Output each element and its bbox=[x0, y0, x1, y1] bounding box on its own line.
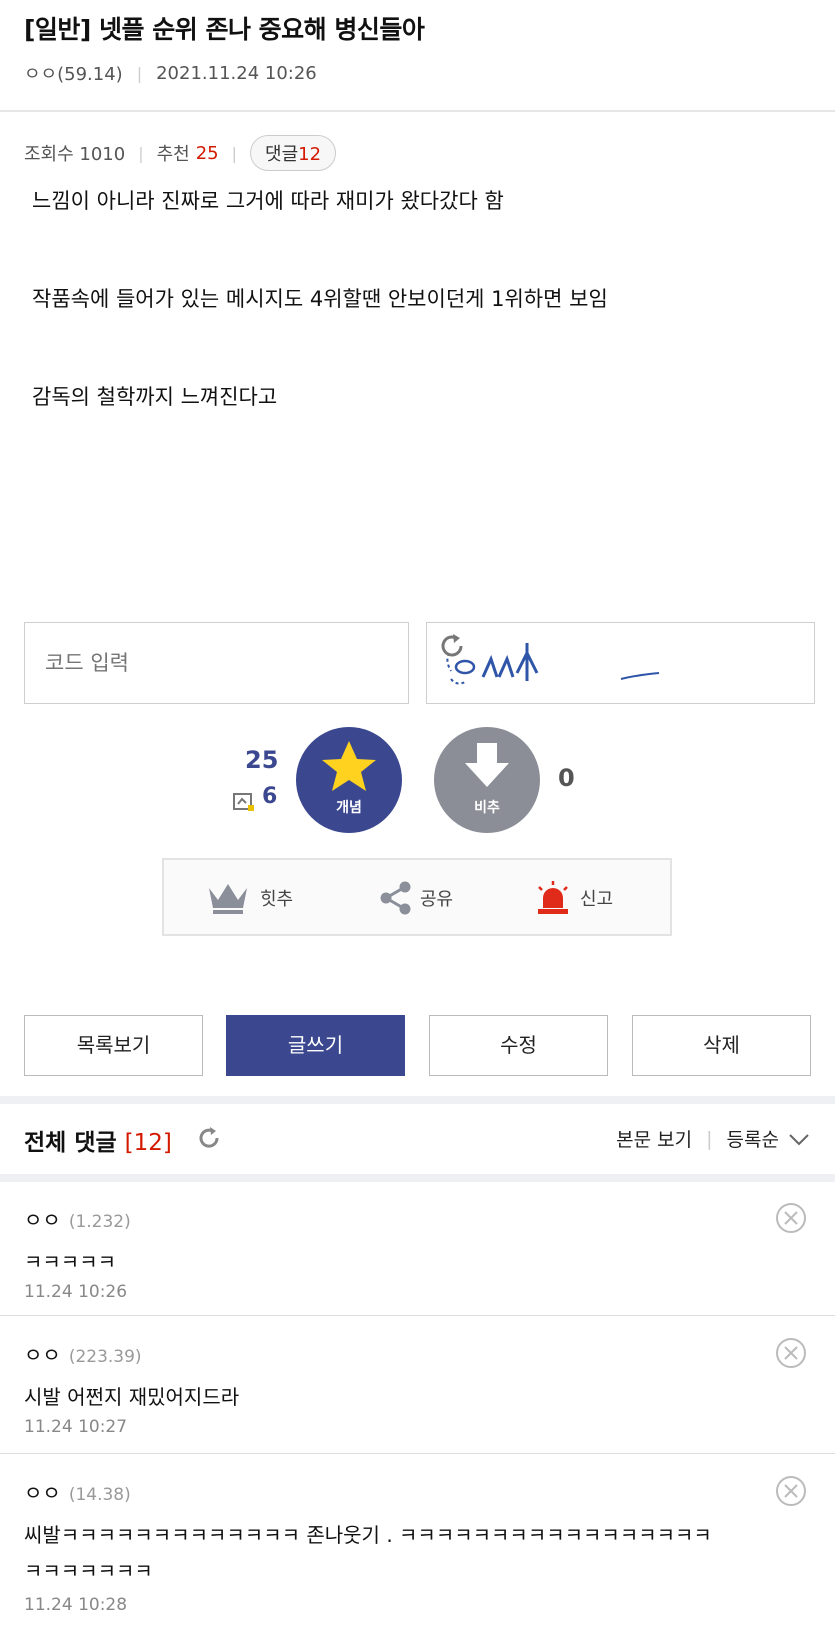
section-divider bbox=[0, 1096, 835, 1104]
comment-text: 씨발ㅋㅋㅋㅋㅋㅋㅋㅋㅋㅋㅋㅋㅋ 존나웃기 . ㅋㅋㅋㅋㅋㅋㅋㅋㅋㅋㅋㅋㅋㅋㅋㅋㅋ bbox=[24, 1523, 712, 1547]
comment-count: 12 bbox=[298, 144, 322, 165]
controls-divider: | bbox=[706, 1127, 713, 1150]
hit-label: 힛추 bbox=[260, 889, 294, 910]
delete-button[interactable]: 삭제 bbox=[632, 1015, 811, 1076]
captcha-glyphs bbox=[446, 643, 660, 685]
comment-author[interactable]: ㅇㅇ bbox=[24, 1481, 61, 1505]
list-button[interactable]: 목록보기 bbox=[24, 1015, 203, 1076]
comment-author-line: ㅇㅇ (1.232) bbox=[24, 1204, 131, 1233]
delete-circle-icon[interactable] bbox=[775, 1337, 807, 1369]
post-action-box: 힛추 공유 신고 bbox=[162, 858, 672, 936]
post-body-line: 느낌이 아니라 진짜로 그거에 따라 재미가 왔다갔다 함 bbox=[32, 189, 504, 213]
crown-icon bbox=[209, 884, 247, 914]
fix-icon bbox=[233, 793, 254, 811]
star-icon bbox=[322, 741, 376, 791]
share-label: 공유 bbox=[420, 889, 454, 910]
comments-refresh-icon[interactable] bbox=[196, 1125, 222, 1151]
downvote-count: 0 bbox=[558, 764, 575, 792]
comment-text: ㅋㅋㅋㅋㅋ bbox=[24, 1250, 116, 1274]
comment-author[interactable]: ㅇㅇ bbox=[24, 1208, 61, 1232]
post-title: [일반] 넷플 순위 존나 중요해 병신들아 bbox=[24, 15, 425, 44]
siren-icon bbox=[538, 881, 568, 914]
comments-header: 전체 댓글 [12] 본문 보기 | 등록순 bbox=[0, 1105, 835, 1175]
view-count: 조회수 1010 bbox=[24, 144, 126, 165]
view-body-link[interactable]: 본문 보기 bbox=[616, 1125, 692, 1152]
share-button[interactable]: 공유 bbox=[378, 880, 453, 916]
vote-area: 25 6 개념 비추 0 bbox=[0, 720, 835, 840]
share-icon bbox=[380, 881, 411, 915]
post-date: 2021.11.24 10:26 bbox=[156, 62, 317, 84]
comment-author[interactable]: ㅇㅇ bbox=[24, 1343, 61, 1367]
chevron-down-icon[interactable] bbox=[787, 1131, 811, 1147]
report-button[interactable]: 신고 bbox=[534, 880, 613, 916]
section-divider bbox=[0, 1174, 835, 1182]
comments-count: [12] bbox=[124, 1130, 172, 1156]
comment-item: ㅇㅇ (14.38) 씨발ㅋㅋㅋㅋㅋㅋㅋㅋㅋㅋㅋㅋㅋ 존나웃기 . ㅋㅋㅋㅋㅋㅋㅋ… bbox=[0, 1455, 835, 1635]
stats-divider: | bbox=[138, 143, 144, 163]
post-button-row: 목록보기 글쓰기 수정 삭제 bbox=[0, 1015, 835, 1077]
recommend-count: 25 bbox=[195, 142, 219, 164]
comment-text: 시발 어쩐지 재밌어지드라 bbox=[24, 1385, 240, 1409]
upvote-label: 개념 bbox=[336, 800, 362, 816]
comments-title: 전체 댓글 [12] bbox=[24, 1123, 172, 1157]
downvote-button[interactable]: 비추 bbox=[434, 727, 540, 833]
meta-divider: | bbox=[136, 63, 143, 83]
post-header: [일반] 넷플 순위 존나 중요해 병신들아 ㅇㅇ(59.14) | 2021.… bbox=[0, 0, 835, 112]
comment-label: 댓글 bbox=[265, 144, 299, 165]
upvote-button[interactable]: 개념 bbox=[296, 727, 402, 833]
post-meta: ㅇㅇ(59.14) | 2021.11.24 10:26 bbox=[24, 60, 317, 86]
comments-title-text: 전체 댓글 bbox=[24, 1130, 117, 1156]
captcha-refresh-icon[interactable] bbox=[437, 631, 467, 661]
fix-count: 6 bbox=[262, 784, 278, 809]
comment-ip: (14.38) bbox=[68, 1485, 131, 1505]
comment-item: ㅇㅇ (223.39) 시발 어쩐지 재밌어지드라 11.24 10:27 bbox=[0, 1317, 835, 1454]
comment-ip: (1.232) bbox=[68, 1212, 131, 1232]
captcha-image bbox=[426, 622, 815, 704]
sort-select[interactable]: 등록순 bbox=[727, 1125, 779, 1152]
delete-circle-icon[interactable] bbox=[775, 1202, 807, 1234]
comment-count-badge[interactable]: 댓글12 bbox=[250, 135, 337, 171]
comment-time: 11.24 10:28 bbox=[24, 1595, 128, 1615]
hit-recommend-button[interactable]: 힛추 bbox=[206, 880, 293, 916]
comment-time: 11.24 10:27 bbox=[24, 1417, 128, 1437]
post-author[interactable]: ㅇㅇ(59.14) bbox=[24, 60, 123, 86]
post-stats: 조회수 1010 | 추천 25 | 댓글12 bbox=[24, 135, 337, 171]
write-button[interactable]: 글쓰기 bbox=[226, 1015, 405, 1076]
down-arrow-icon bbox=[465, 743, 509, 787]
comment-author-line: ㅇㅇ (14.38) bbox=[24, 1477, 131, 1506]
comment-author-line: ㅇㅇ (223.39) bbox=[24, 1339, 142, 1368]
recommend-label: 추천 bbox=[156, 144, 190, 165]
post-body-line: 감독의 철학까지 느껴진다고 bbox=[32, 385, 278, 409]
comment-ip: (223.39) bbox=[68, 1347, 142, 1367]
comment-item: ㅇㅇ (1.232) ㅋㅋㅋㅋㅋ 11.24 10:26 bbox=[0, 1182, 835, 1316]
comment-text-continued: ㅋㅋㅋㅋㅋㅋㅋ bbox=[24, 1559, 153, 1583]
comment-time: 11.24 10:26 bbox=[24, 1282, 128, 1302]
delete-circle-icon[interactable] bbox=[775, 1475, 807, 1507]
comments-controls: 본문 보기 | 등록순 bbox=[616, 1125, 811, 1152]
edit-button[interactable]: 수정 bbox=[429, 1015, 608, 1076]
downvote-label: 비추 bbox=[474, 800, 500, 816]
captcha-code-input[interactable] bbox=[24, 622, 409, 704]
report-label: 신고 bbox=[580, 889, 614, 910]
upvote-count: 25 bbox=[245, 746, 279, 774]
post-body-line: 작품속에 들어가 있는 메시지도 4위할땐 안보이던게 1위하면 보임 bbox=[32, 287, 608, 311]
stats-divider: | bbox=[231, 143, 238, 163]
